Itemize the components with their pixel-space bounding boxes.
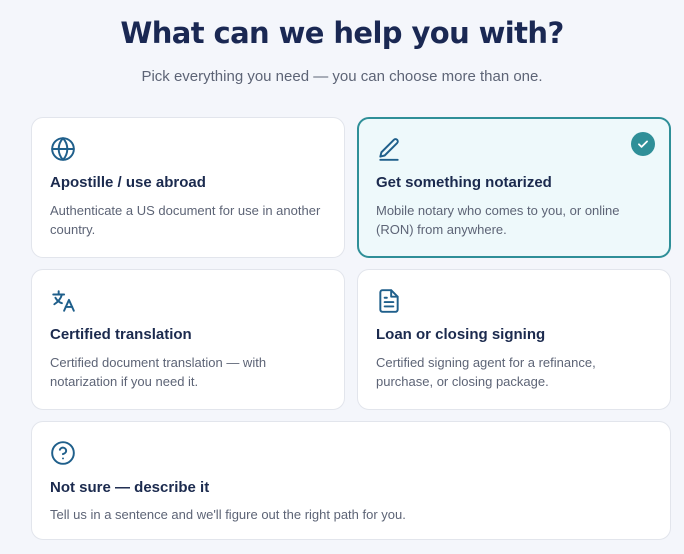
option-description: Mobile notary who comes to you, or onlin… xyxy=(376,203,620,237)
option-description: Authenticate a US document for use in an… xyxy=(50,203,321,237)
option-title: Certified translation xyxy=(50,326,192,343)
option-description: Certified signing agent for a refinance,… xyxy=(376,355,596,389)
pen-icon xyxy=(376,136,402,162)
globe-icon xyxy=(50,136,76,162)
option-title: Loan or closing signing xyxy=(376,326,546,343)
option-card-translation[interactable]: Certified translation Certified document… xyxy=(31,269,345,410)
option-card-notarize[interactable]: Get something notarized Mobile notary wh… xyxy=(357,117,671,258)
page-subtitle: Pick everything you need — you can choos… xyxy=(141,68,543,85)
option-card-apostille[interactable]: Apostille / use abroad Authenticate a US… xyxy=(31,117,345,258)
option-description: Tell us in a sentence and we'll figure o… xyxy=(50,507,406,522)
option-title: Apostille / use abroad xyxy=(50,174,206,191)
document-icon xyxy=(376,288,402,314)
option-title: Get something notarized xyxy=(376,174,552,191)
help-circle-icon xyxy=(50,440,76,466)
translate-icon xyxy=(50,288,76,314)
option-description: Certified document translation — with no… xyxy=(50,355,267,389)
check-icon xyxy=(631,132,655,156)
option-card-not-sure[interactable]: Not sure — describe it Tell us in a sent… xyxy=(31,421,671,540)
option-card-loan-signing[interactable]: Loan or closing signing Certified signin… xyxy=(357,269,671,410)
option-title: Not sure — describe it xyxy=(50,479,210,496)
page-title: What can we help you with? xyxy=(120,16,564,50)
